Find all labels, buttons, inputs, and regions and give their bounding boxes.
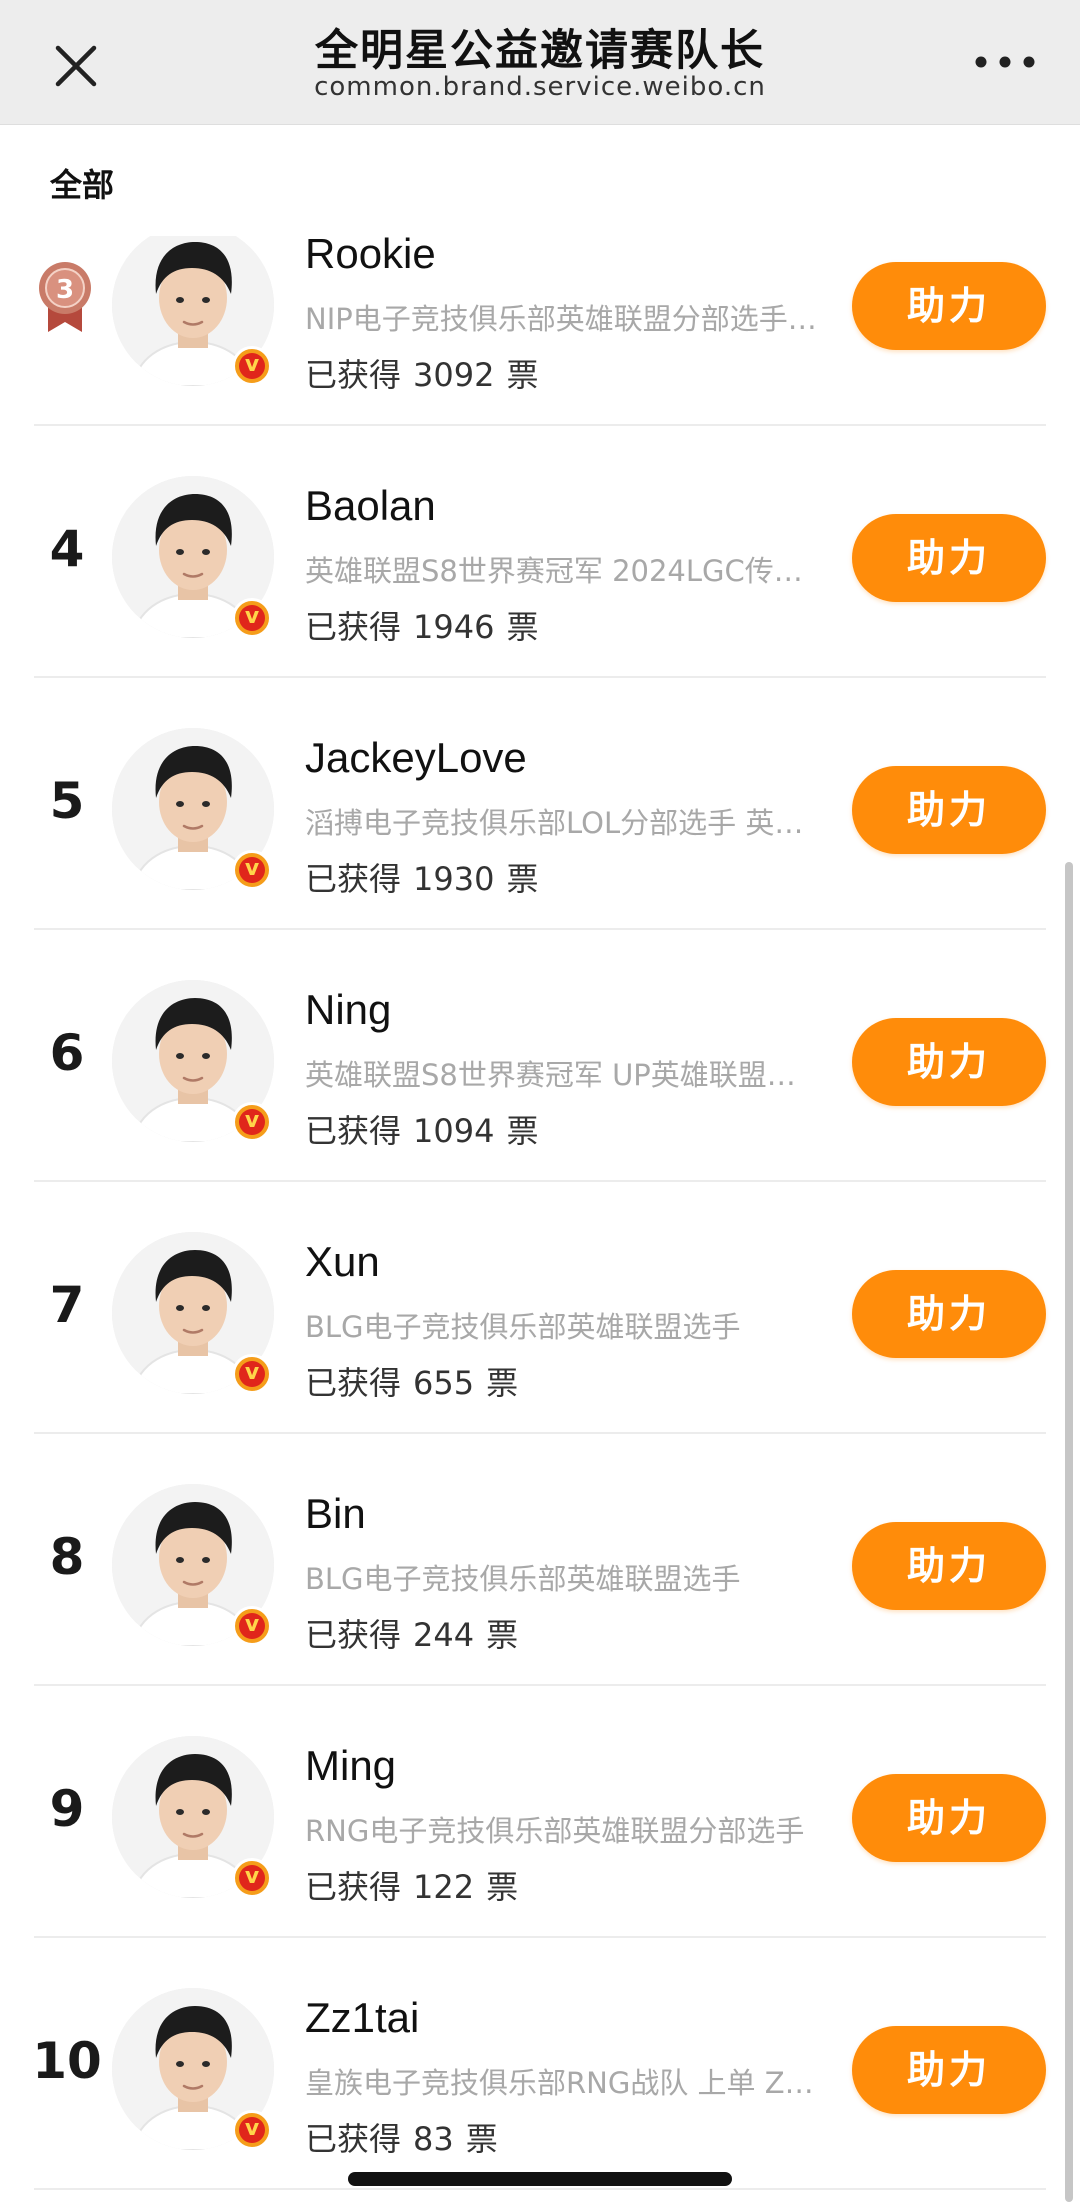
medal-rank-text: 3	[56, 275, 74, 305]
boost-button[interactable]: 助力	[852, 262, 1046, 350]
player-description: 英雄联盟S8世界赛冠军 UP英雄联盟…	[305, 1058, 796, 1092]
player-name[interactable]: Bin	[305, 1490, 366, 1538]
ranking-list: 33 v Rookie NIP电子竞技俱乐部英雄联盟分部选手… 已获得3092票…	[0, 236, 1080, 2208]
player-name[interactable]: Rookie	[305, 236, 436, 278]
home-indicator[interactable]	[348, 2172, 732, 2186]
bronze-medal-icon: 3	[39, 262, 91, 332]
vote-count: 已获得 1094 票	[305, 1112, 539, 1150]
vote-count: 已获得 1946 票	[305, 608, 539, 646]
boost-button[interactable]: 助力	[852, 1270, 1046, 1358]
boost-button[interactable]: 助力	[852, 514, 1046, 602]
list-item: 4 v Baolan 英雄联盟S8世界赛冠军 2024LGC传… 已获得 1946…	[0, 426, 1080, 678]
page-title: 全明星公益邀请赛队长	[315, 26, 765, 76]
player-name[interactable]: JackeyLove	[305, 734, 527, 782]
player-description: BLG电子竞技俱乐部英雄联盟选手	[305, 1562, 741, 1596]
vote-count: 已获得 3092 票	[305, 356, 539, 394]
boost-button[interactable]: 助力	[852, 1522, 1046, 1610]
list-item: 9 v Ming RNG电子竞技俱乐部英雄联盟分部选手 已获得 122 票 助力	[0, 1686, 1080, 1938]
close-icon	[55, 45, 97, 87]
list-item: 5 v JackeyLove 滔搏电子竞技俱乐部LOL分部选手 英… 已获得 19…	[0, 678, 1080, 930]
vote-count: 已获得 83 票	[305, 2120, 498, 2158]
divider	[34, 2188, 1046, 2190]
player-name[interactable]: Xun	[305, 1238, 380, 1286]
rank-number: 9	[49, 1780, 85, 1838]
vote-count: 已获得 655 票	[305, 1364, 519, 1402]
player-name[interactable]: Ning	[305, 986, 391, 1034]
more-button[interactable]	[970, 44, 1040, 80]
page-url: common.brand.service.weibo.cn	[314, 72, 766, 102]
rank-number: 7	[49, 1276, 85, 1334]
rank-number: 10	[32, 2032, 102, 2090]
verified-badge-icon: v	[232, 1858, 272, 1898]
vote-count: 已获得 244 票	[305, 1616, 519, 1654]
verified-badge-icon: v	[232, 2110, 272, 2150]
player-description: NIP电子竞技俱乐部英雄联盟分部选手…	[305, 302, 817, 336]
verified-badge-icon: v	[232, 1606, 272, 1646]
more-icon	[975, 56, 1035, 68]
list-item: 8 v Bin BLG电子竞技俱乐部英雄联盟选手 已获得 244 票 助力	[0, 1434, 1080, 1686]
player-name[interactable]: Baolan	[305, 482, 436, 530]
vote-count: 已获得 122 票	[305, 1868, 519, 1906]
verified-badge-icon: v	[232, 346, 272, 386]
boost-button[interactable]: 助力	[852, 766, 1046, 854]
verified-badge-icon: v	[232, 1354, 272, 1394]
player-name[interactable]: Ming	[305, 1742, 396, 1790]
nav-header: 全明星公益邀请赛队长 common.brand.service.weibo.cn	[0, 0, 1080, 125]
scrollbar[interactable]	[1065, 862, 1073, 2202]
verified-badge-icon: v	[232, 1102, 272, 1142]
list-item: 10 v Zz1tai 皇族电子竞技俱乐部RNG战队 上单 Z… 已获得 83 票 …	[0, 1938, 1080, 2190]
close-button[interactable]	[40, 30, 112, 102]
player-description: 滔搏电子竞技俱乐部LOL分部选手 英…	[305, 806, 804, 840]
rank-number: 8	[49, 1528, 85, 1586]
rank-number: 5	[49, 772, 85, 830]
verified-badge-icon: v	[232, 850, 272, 890]
rank-number: 4	[49, 520, 85, 578]
player-description: BLG电子竞技俱乐部英雄联盟选手	[305, 1310, 741, 1344]
vote-count: 已获得 1930 票	[305, 860, 539, 898]
list-item: 6 v Ning 英雄联盟S8世界赛冠军 UP英雄联盟… 已获得 1094 票 助力	[0, 930, 1080, 1182]
rank-number: 6	[49, 1024, 85, 1082]
filter-tab-all[interactable]: 全部	[50, 160, 114, 206]
boost-button[interactable]: 助力	[852, 1018, 1046, 1106]
boost-button[interactable]: 助力	[852, 1774, 1046, 1862]
player-name[interactable]: Zz1tai	[305, 1994, 419, 2042]
player-description: RNG电子竞技俱乐部英雄联盟分部选手	[305, 1814, 805, 1848]
list-item: 7 v Xun BLG电子竞技俱乐部英雄联盟选手 已获得 655 票 助力	[0, 1182, 1080, 1434]
boost-button[interactable]: 助力	[852, 2026, 1046, 2114]
list-item: 33 v Rookie NIP电子竞技俱乐部英雄联盟分部选手… 已获得3092票…	[0, 236, 1080, 426]
player-description: 英雄联盟S8世界赛冠军 2024LGC传…	[305, 554, 803, 588]
player-description: 皇族电子竞技俱乐部RNG战队 上单 Z…	[305, 2066, 814, 2100]
verified-badge-icon: v	[232, 598, 272, 638]
